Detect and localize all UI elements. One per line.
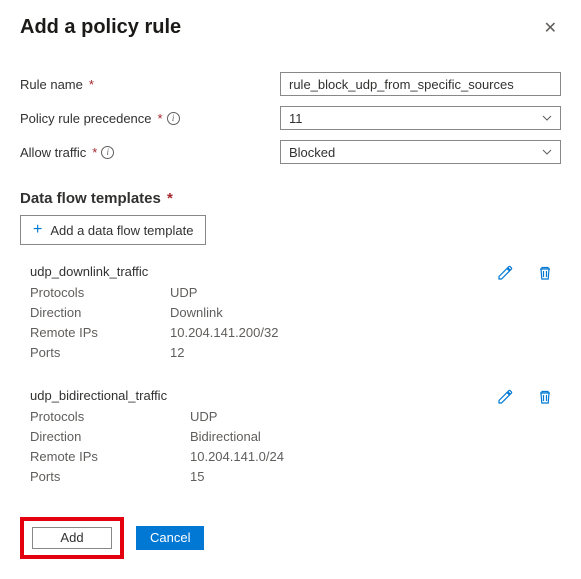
allow-traffic-value: Blocked — [289, 145, 335, 160]
add-button-highlight: Add — [20, 517, 124, 559]
delete-icon[interactable] — [535, 263, 555, 283]
info-icon[interactable]: i — [167, 112, 180, 125]
protocols-value: UDP — [190, 407, 561, 427]
add-button[interactable]: Add — [32, 527, 112, 549]
ports-key: Ports — [30, 343, 170, 363]
remote-ips-value: 10.204.141.200/32 — [170, 323, 561, 343]
data-flow-template: udp_downlink_traffic ProtocolsUDP Direct… — [30, 263, 561, 363]
data-flow-template: udp_bidirectional_traffic ProtocolsUDP D… — [30, 387, 561, 487]
precedence-value: 11 — [289, 111, 303, 126]
edit-icon[interactable] — [495, 387, 515, 407]
add-data-flow-template-button[interactable]: + Add a data flow template — [20, 215, 206, 245]
delete-icon[interactable] — [535, 387, 555, 407]
direction-key: Direction — [30, 303, 170, 323]
data-flow-section-title: Data flow templates * — [20, 190, 561, 207]
template-name: udp_bidirectional_traffic — [30, 388, 495, 403]
info-icon[interactable]: i — [101, 146, 114, 159]
add-template-label: Add a data flow template — [50, 223, 193, 238]
close-button[interactable]: ✕ — [540, 16, 561, 40]
remote-ips-value: 10.204.141.0/24 — [190, 447, 561, 467]
cancel-button[interactable]: Cancel — [136, 526, 204, 550]
edit-icon[interactable] — [495, 263, 515, 283]
allow-traffic-select[interactable]: Blocked — [280, 140, 561, 164]
protocols-key: Protocols — [30, 407, 190, 427]
rule-name-label: Rule name* — [20, 77, 280, 92]
rule-name-input[interactable] — [280, 72, 561, 96]
protocols-key: Protocols — [30, 283, 170, 303]
ports-value: 15 — [190, 467, 561, 487]
template-name: udp_downlink_traffic — [30, 264, 495, 279]
chevron-down-icon — [542, 115, 552, 121]
allow-traffic-label: Allow traffic* i — [20, 145, 280, 160]
chevron-down-icon — [542, 149, 552, 155]
protocols-value: UDP — [170, 283, 561, 303]
direction-value: Bidirectional — [190, 427, 561, 447]
plus-icon: + — [33, 222, 42, 238]
direction-key: Direction — [30, 427, 190, 447]
ports-value: 12 — [170, 343, 561, 363]
remote-ips-key: Remote IPs — [30, 447, 190, 467]
direction-value: Downlink — [170, 303, 561, 323]
precedence-select[interactable]: 11 — [280, 106, 561, 130]
precedence-label: Policy rule precedence* i — [20, 111, 280, 126]
dialog-title: Add a policy rule — [20, 16, 181, 39]
remote-ips-key: Remote IPs — [30, 323, 170, 343]
ports-key: Ports — [30, 467, 190, 487]
